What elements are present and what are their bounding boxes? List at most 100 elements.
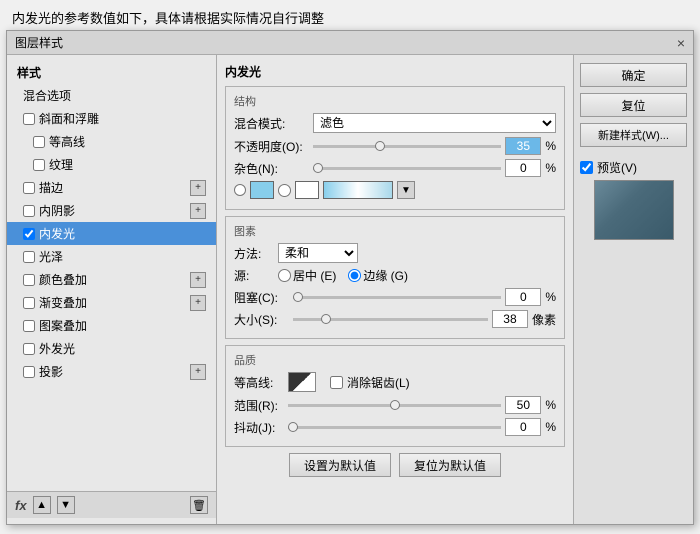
trash-button[interactable]: 🗑 — [190, 496, 208, 514]
sidebar-item-hunhe[interactable]: 混合选项 — [7, 84, 216, 107]
inner-glow-title: 内发光 — [225, 63, 565, 80]
noise-input[interactable]: 0 — [505, 159, 541, 177]
range-label: 范围(R): — [234, 397, 284, 414]
color-radio[interactable] — [234, 184, 246, 196]
wenli-label: 纹理 — [49, 156, 73, 173]
jitter-slider[interactable] — [288, 426, 501, 429]
jitter-input[interactable] — [505, 418, 541, 436]
opacity-input[interactable]: 35 — [505, 137, 541, 155]
preview-checkbox[interactable] — [580, 161, 593, 174]
header-title: 内发光的参考数值如下，具体请根据实际情况自行调整 — [12, 11, 324, 26]
range-input[interactable] — [505, 396, 541, 414]
miaobian-label: 描边 — [39, 179, 63, 196]
waifaguang-checkbox[interactable] — [23, 343, 35, 355]
yansedie-checkbox[interactable] — [23, 274, 35, 286]
sidebar-item-yansedie[interactable]: 颜色叠加 + — [7, 268, 216, 291]
touying-label: 投影 — [39, 363, 63, 380]
denggao-label: 等高线 — [49, 133, 85, 150]
quality-title: 品质 — [234, 352, 556, 368]
range-percent: % — [545, 398, 556, 412]
size-slider[interactable] — [293, 318, 488, 321]
sidebar-item-touying[interactable]: 投影 + — [7, 360, 216, 383]
preview-box — [594, 180, 674, 240]
close-button[interactable]: × — [677, 36, 685, 50]
dialog-title: 图层样式 — [15, 34, 63, 51]
denggao-checkbox[interactable] — [33, 136, 45, 148]
color-swatch-solid[interactable] — [250, 181, 274, 199]
left-panel: 样式 混合选项 斜面和浮雕 等高线 — [7, 55, 217, 524]
method-label: 方法: — [234, 245, 274, 262]
sidebar-item-wenli[interactable]: 纹理 — [7, 153, 216, 176]
wenli-checkbox[interactable] — [33, 159, 45, 171]
reset-button[interactable]: 复位 — [580, 93, 687, 117]
gradient-radio[interactable] — [278, 184, 291, 197]
miaobian-checkbox[interactable] — [23, 182, 35, 194]
dialog: 图层样式 × 样式 混合选项 斜面和浮雕 等高线 — [6, 30, 694, 525]
sidebar-item-miaobian[interactable]: 描边 + — [7, 176, 216, 199]
preview-label: 预览(V) — [597, 159, 637, 176]
size-input[interactable] — [492, 310, 528, 328]
blend-mode-label: 混合模式: — [234, 115, 309, 132]
jiandiedie-plus[interactable]: + — [190, 295, 206, 311]
opacity-percent: % — [545, 139, 556, 153]
xiehefu-checkbox[interactable] — [23, 113, 35, 125]
method-select[interactable]: 柔和 — [278, 243, 358, 263]
contour-swatch[interactable] — [288, 372, 316, 392]
neiyinying-plus[interactable]: + — [190, 203, 206, 219]
jiandiedie-checkbox[interactable] — [23, 297, 35, 309]
reset-default-button[interactable]: 复位为默认值 — [399, 453, 501, 477]
noise-slider[interactable] — [313, 167, 501, 170]
source-edge-radio[interactable] — [348, 269, 361, 282]
sidebar-item-neiyinying[interactable]: 内阴影 + — [7, 199, 216, 222]
blend-mode-select[interactable]: 滤色 — [313, 113, 556, 133]
neifaguang-checkbox[interactable] — [23, 228, 35, 240]
styles-section-title: 样式 — [7, 61, 216, 84]
touying-plus[interactable]: + — [190, 364, 206, 380]
smooth-label: 消除锯齿(L) — [347, 374, 410, 391]
new-style-button[interactable]: 新建样式(W)... — [580, 123, 687, 147]
tuban-checkbox[interactable] — [23, 320, 35, 332]
neiyinying-checkbox[interactable] — [23, 205, 35, 217]
middle-panel: 内发光 结构 混合模式: 滤色 不透明度(O): 35 % — [217, 55, 573, 524]
sidebar-item-denggao[interactable]: 等高线 — [7, 130, 216, 153]
yansedie-label: 颜色叠加 — [39, 271, 87, 288]
choke-percent: % — [545, 290, 556, 304]
sidebar-item-xiehefu[interactable]: 斜面和浮雕 — [7, 107, 216, 130]
smooth-checkbox[interactable] — [330, 376, 343, 389]
elements-title: 图素 — [234, 223, 556, 239]
waifaguang-label: 外发光 — [39, 340, 75, 357]
guangze-checkbox[interactable] — [23, 251, 35, 263]
range-slider[interactable] — [288, 404, 501, 407]
sidebar-item-neifaguang[interactable]: 内发光 — [7, 222, 216, 245]
neiyinying-label: 内阴影 — [39, 202, 75, 219]
xiehefu-label: 斜面和浮雕 — [39, 110, 99, 127]
left-footer: fx ▲ ▼ 🗑 — [7, 491, 216, 518]
jitter-label: 抖动(J): — [234, 419, 284, 436]
sidebar-item-jiandiedie[interactable]: 渐变叠加 + — [7, 291, 216, 314]
sidebar-item-waifaguang[interactable]: 外发光 — [7, 337, 216, 360]
elements-section: 图素 方法: 柔和 源: 居中 (E) — [225, 216, 565, 339]
confirm-button[interactable]: 确定 — [580, 63, 687, 87]
hunhe-label: 混合选项 — [23, 87, 71, 104]
source-center-radio[interactable] — [278, 269, 291, 282]
color-dropdown-btn[interactable]: ▼ — [397, 181, 415, 199]
up-arrow-button[interactable]: ▲ — [33, 496, 51, 514]
tuban-label: 图案叠加 — [39, 317, 87, 334]
yansedie-plus[interactable]: + — [190, 272, 206, 288]
preview-area: 预览(V) — [580, 159, 687, 240]
structure-title: 结构 — [234, 93, 556, 109]
sidebar-item-guangze[interactable]: 光泽 — [7, 245, 216, 268]
color-swatch-gradient[interactable] — [323, 181, 393, 199]
opacity-slider[interactable] — [313, 145, 501, 148]
source-center-label: 居中 (E) — [293, 267, 336, 284]
down-arrow-button[interactable]: ▼ — [57, 496, 75, 514]
miaobian-plus[interactable]: + — [190, 180, 206, 196]
choke-slider[interactable] — [293, 296, 501, 299]
sidebar-item-tuban[interactable]: 图案叠加 — [7, 314, 216, 337]
choke-input[interactable] — [505, 288, 541, 306]
set-default-button[interactable]: 设置为默认值 — [289, 453, 391, 477]
color-swatch-white[interactable] — [295, 181, 319, 199]
source-edge-label: 边缘 (G) — [363, 267, 408, 284]
neifaguang-label: 内发光 — [39, 225, 75, 242]
touying-checkbox[interactable] — [23, 366, 35, 378]
